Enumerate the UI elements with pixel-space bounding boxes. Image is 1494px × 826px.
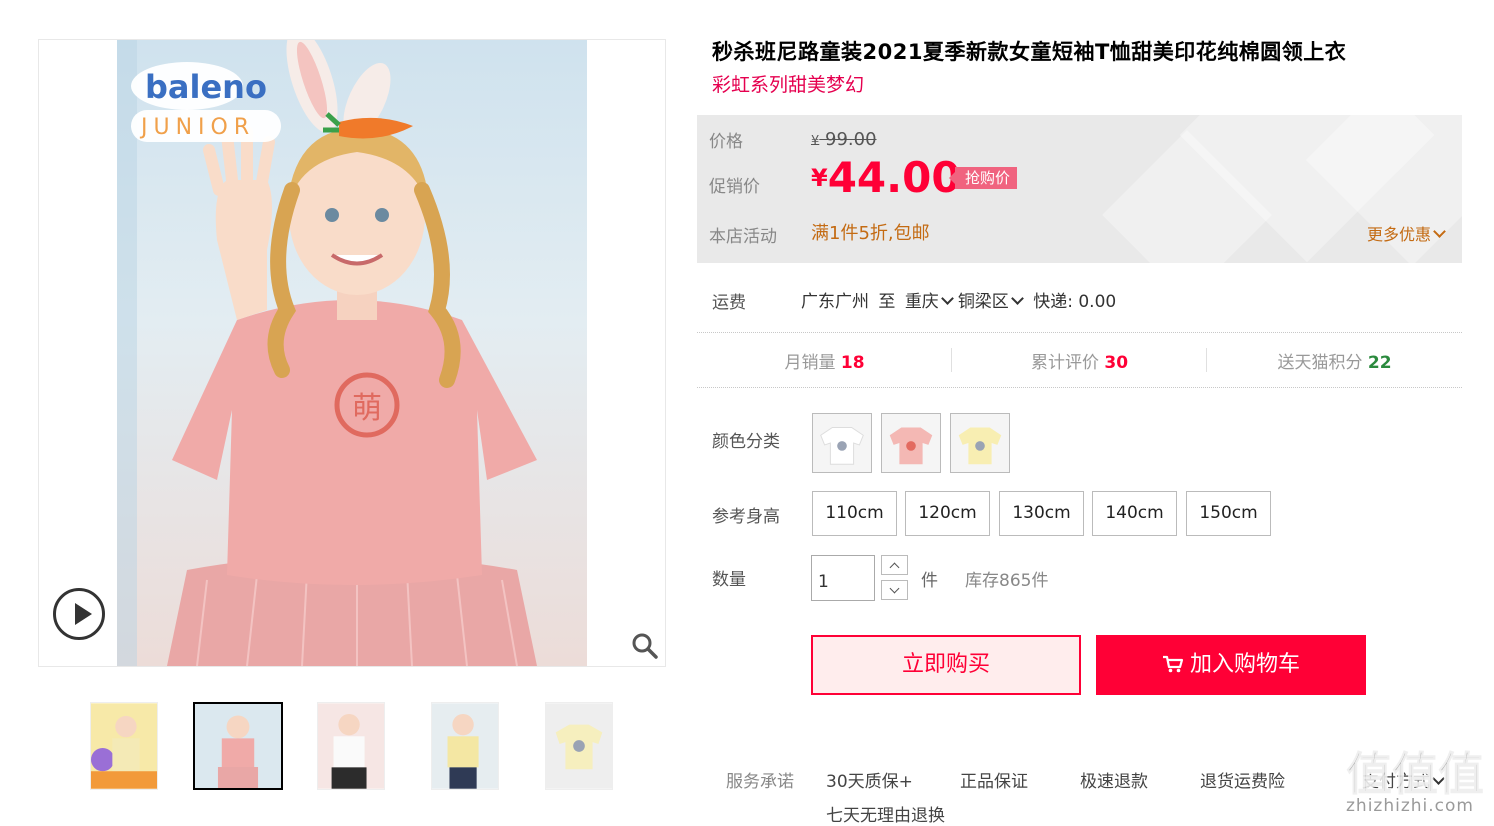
tmall-points: 送天猫积分 22 [1207, 348, 1462, 373]
color-swatch-yellow[interactable] [950, 413, 1010, 473]
more-offers-label: 更多优惠 [1366, 225, 1431, 244]
service-item[interactable]: 退货运费险 [1200, 767, 1285, 792]
price-label: 价格 [709, 132, 743, 152]
thumbnail-2[interactable] [193, 702, 283, 790]
size-option[interactable]: 140cm [1092, 491, 1177, 536]
svg-text:萌: 萌 [352, 391, 382, 426]
promo-price: ¥44.00 [811, 153, 961, 202]
more-offers-link[interactable]: 更多优惠 [1366, 221, 1446, 245]
reviews-label: 累计评价 [1030, 353, 1099, 373]
height-label: 参考身高 [712, 507, 780, 527]
service-item[interactable]: 极速退款 [1080, 767, 1148, 792]
watermark-logo-text: 值值值 [1346, 747, 1484, 801]
city-name: 重庆 [904, 292, 939, 312]
ship-from: 广东广州 [801, 292, 869, 312]
reviews-value: 30 [1104, 353, 1129, 373]
quantity-label: 数量 [712, 570, 746, 590]
baleno-junior-logo: baleno JUNIOR [131, 62, 281, 142]
currency-symbol: ¥ [811, 134, 820, 149]
district-selector[interactable]: 铜梁区 [958, 287, 1028, 312]
chevron-up-icon [889, 562, 900, 573]
product-photo: 萌 baleno JUNIOR [117, 40, 587, 666]
logo-bottom-text: JUNIOR [139, 115, 255, 140]
ship-to-word: 至 [878, 292, 896, 312]
service-item[interactable]: 七天无理由退换 [826, 801, 945, 826]
chevron-down-icon [1010, 292, 1024, 305]
color-label: 颜色分类 [712, 432, 780, 452]
store-activity: 满1件5折,包邮 [811, 223, 930, 244]
thumbnail-4[interactable] [431, 702, 499, 790]
monthly-sales-value: 18 [840, 353, 865, 373]
quantity-increase-button[interactable] [881, 555, 908, 575]
quantity-input[interactable]: 1 [811, 555, 875, 601]
shipping-info: 广东广州 至 重庆 铜梁区 快递: 0.00 [801, 287, 1116, 312]
district-name: 铜梁区 [957, 292, 1009, 312]
service-item[interactable]: 30天质保+ [826, 767, 913, 792]
size-option[interactable]: 150cm [1186, 491, 1271, 536]
shipping-label: 运费 [712, 293, 746, 313]
buy-now-button[interactable]: 立即购买 [811, 635, 1081, 695]
monthly-sales-label: 月销量 [784, 353, 836, 373]
cart-icon [1162, 655, 1184, 673]
color-swatch-pink[interactable] [881, 413, 941, 473]
chevron-down-icon [940, 292, 954, 305]
review-count[interactable]: 累计评价 30 [952, 348, 1207, 373]
chevron-down-icon [1433, 225, 1446, 238]
currency-symbol: ¥ [811, 164, 828, 192]
divider [697, 387, 1462, 388]
service-item[interactable]: 正品保证 [960, 767, 1028, 792]
add-to-cart-label: 加入购物车 [1189, 652, 1300, 677]
promo-price-value: 44.00 [827, 153, 961, 202]
product-title: 秒杀班尼路童装2021夏季新款女童短袖T恤甜美印花纯棉圆领上衣 [712, 40, 1347, 64]
quantity-unit: 件 [921, 571, 938, 591]
logo-top-text: baleno [145, 68, 267, 106]
size-option[interactable]: 130cm [999, 491, 1084, 536]
thumbnail-3[interactable] [317, 702, 385, 790]
sales-stats: 月销量 18 累计评价 30 送天猫积分 22 [697, 334, 1462, 386]
monthly-sales: 月销量 18 [697, 348, 952, 373]
city-selector[interactable]: 重庆 [905, 287, 958, 312]
thumbnail-5[interactable] [545, 702, 613, 790]
play-video-button[interactable] [53, 588, 105, 640]
promo-price-label: 促销价 [709, 177, 760, 197]
add-to-cart-button[interactable]: 加入购物车 [1096, 635, 1366, 695]
size-option[interactable]: 120cm [905, 491, 990, 536]
original-price-value: 99.00 [825, 129, 877, 150]
points-label: 送天猫积分 [1277, 353, 1363, 373]
quantity-decrease-button[interactable] [881, 580, 908, 600]
watermark-text: zhizhizhi.com [1346, 796, 1474, 816]
express-fee: 快递: 0.00 [1033, 292, 1117, 312]
divider [697, 332, 1462, 333]
color-swatch-white[interactable] [812, 413, 872, 473]
product-subtitle: 彩虹系列甜美梦幻 [712, 74, 865, 96]
zoom-icon[interactable] [631, 632, 659, 660]
stock-count: 库存865件 [965, 571, 1049, 591]
chevron-down-icon [889, 583, 900, 594]
main-product-image[interactable]: 萌 baleno JUNIOR [38, 39, 666, 667]
thumbnail-strip [90, 702, 630, 790]
thumbnail-1[interactable] [90, 702, 158, 790]
price-panel: 价格 ¥ 99.00 促销价 ¥44.00 抢购价 本店活动 满1件5折,包邮 … [697, 115, 1462, 263]
size-option[interactable]: 110cm [812, 491, 897, 536]
original-price: ¥ 99.00 [811, 129, 877, 150]
service-label: 服务承诺 [726, 772, 794, 792]
store-activity-label: 本店活动 [709, 227, 777, 247]
points-value: 22 [1367, 353, 1392, 373]
rush-price-tag: 抢购价 [948, 167, 1018, 189]
